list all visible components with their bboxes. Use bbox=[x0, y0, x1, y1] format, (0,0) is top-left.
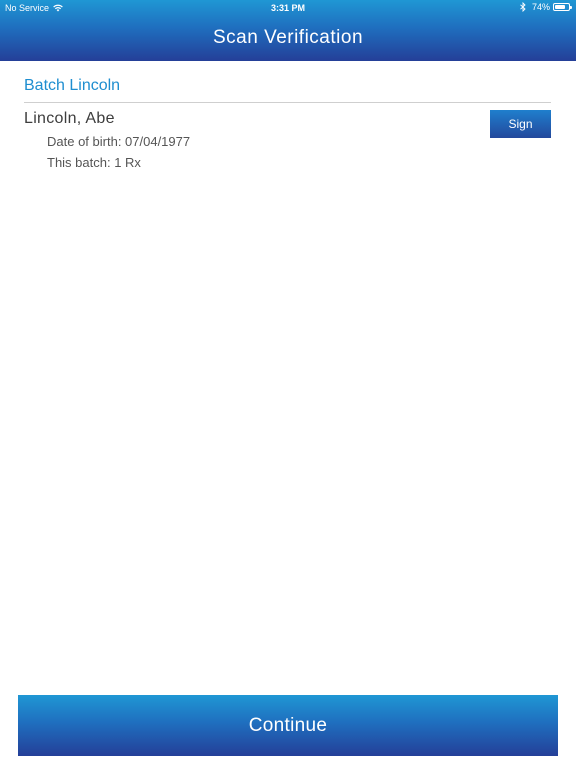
status-bar: No Service 3:31 PM 74% bbox=[0, 0, 576, 16]
continue-button[interactable]: Continue bbox=[18, 695, 558, 756]
battery-fill bbox=[555, 5, 565, 9]
bluetooth-icon bbox=[520, 1, 526, 13]
patient-batch-count: This batch: 1 Rx bbox=[47, 155, 141, 170]
battery-percent: 74% bbox=[531, 2, 550, 12]
page-title: Scan Verification bbox=[212, 27, 364, 48]
patient-name: Lincoln, Abe bbox=[24, 110, 115, 127]
battery-icon bbox=[553, 3, 572, 11]
sign-button[interactable]: Sign bbox=[490, 110, 551, 138]
batch-title: Batch Lincoln bbox=[24, 77, 121, 94]
battery-nub bbox=[570, 6, 572, 9]
patient-dob: Date of birth: 07/04/1977 bbox=[47, 134, 191, 149]
status-time: 3:31 PM bbox=[270, 3, 305, 13]
header-bar: No Service 3:31 PM 74% Scan Verification bbox=[0, 0, 576, 61]
section-divider bbox=[24, 102, 551, 103]
app-root: No Service 3:31 PM 74% Scan Verification… bbox=[0, 0, 576, 768]
status-right: 74% bbox=[520, 1, 572, 13]
